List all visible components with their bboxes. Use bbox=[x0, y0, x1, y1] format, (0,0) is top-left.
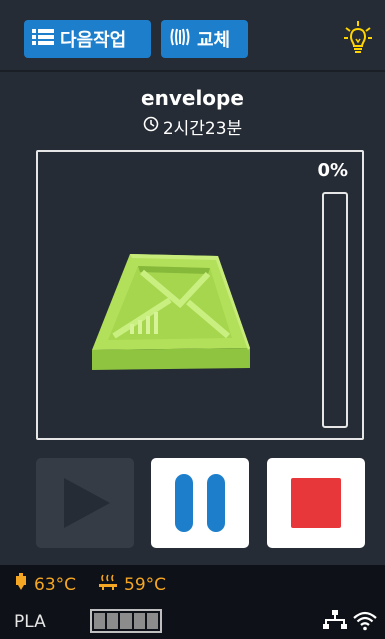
material-label: PLA bbox=[14, 612, 46, 632]
status-bar: 63°C 59°C PLA bbox=[0, 565, 385, 639]
bed-temp: 59°C bbox=[124, 574, 167, 595]
play-button[interactable] bbox=[36, 458, 134, 548]
temperatures: 63°C 59°C bbox=[14, 573, 166, 596]
job-duration: 2시간23분 bbox=[0, 114, 385, 139]
bed-heat-icon bbox=[98, 573, 118, 596]
ethernet-icon bbox=[323, 610, 347, 629]
filament-segment bbox=[107, 613, 119, 629]
pause-icon bbox=[175, 474, 225, 532]
next-job-label: 다음작업 bbox=[60, 30, 127, 51]
next-job-button[interactable]: 다음작업 bbox=[24, 20, 151, 58]
list-icon bbox=[32, 28, 54, 51]
stop-icon bbox=[291, 478, 341, 528]
filament-segment bbox=[146, 613, 159, 629]
print-preview-panel: 0% bbox=[36, 150, 364, 440]
filament-segment bbox=[94, 613, 106, 629]
model-preview-image bbox=[90, 242, 260, 386]
wifi-icon bbox=[353, 611, 377, 631]
nozzle-icon bbox=[14, 573, 28, 596]
network-status bbox=[322, 609, 378, 635]
swap-filament-button[interactable]: 교체 bbox=[161, 20, 248, 58]
filament-segment bbox=[133, 613, 145, 629]
swap-label: 교체 bbox=[197, 30, 231, 51]
nozzle-temp: 63°C bbox=[34, 574, 77, 595]
filament-swap-icon bbox=[169, 26, 191, 53]
header-divider bbox=[0, 70, 385, 72]
light-bulb-icon[interactable] bbox=[343, 20, 373, 58]
clock-icon bbox=[143, 116, 159, 137]
job-title: envelope bbox=[141, 86, 244, 110]
duration-text: 2시간23분 bbox=[162, 119, 243, 139]
filament-segment bbox=[120, 613, 132, 629]
filament-level-indicator bbox=[90, 609, 162, 633]
play-icon bbox=[64, 478, 110, 528]
stop-button[interactable] bbox=[267, 458, 365, 548]
top-bar: 다음작업 교체 bbox=[0, 0, 385, 70]
pause-button[interactable] bbox=[151, 458, 249, 548]
progress-percent: 0% bbox=[317, 160, 348, 181]
progress-bar bbox=[322, 192, 348, 428]
